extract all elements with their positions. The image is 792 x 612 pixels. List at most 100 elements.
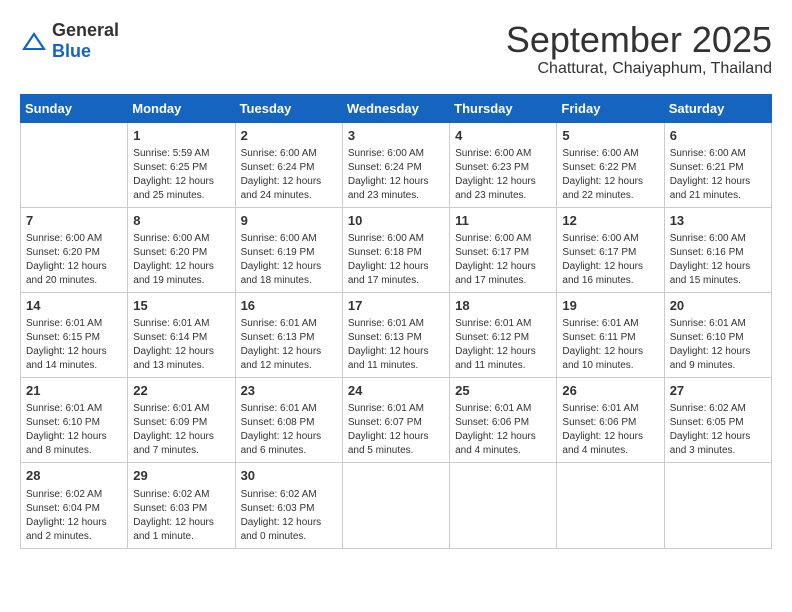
- day-number: 23: [241, 382, 337, 400]
- location: Chatturat, Chaiyaphum, Thailand: [506, 60, 772, 78]
- calendar-week-row: 28Sunrise: 6:02 AMSunset: 6:04 PMDayligh…: [21, 463, 772, 548]
- day-number: 5: [562, 127, 658, 145]
- calendar-cell: [557, 463, 664, 548]
- calendar-week-row: 1Sunrise: 5:59 AMSunset: 6:25 PMDaylight…: [21, 122, 772, 207]
- day-number: 4: [455, 127, 551, 145]
- day-number: 6: [670, 127, 766, 145]
- day-number: 7: [26, 212, 122, 230]
- calendar-cell: 8Sunrise: 6:00 AMSunset: 6:20 PMDaylight…: [128, 207, 235, 292]
- day-info: Sunrise: 6:01 AMSunset: 6:15 PMDaylight:…: [26, 317, 122, 373]
- day-info: Sunrise: 6:01 AMSunset: 6:11 PMDaylight:…: [562, 317, 658, 373]
- day-number: 3: [348, 127, 444, 145]
- calendar-cell: 19 Sunrise: 6:01 AMSunset: 6:11 PMDayligh…: [557, 292, 664, 377]
- calendar-cell: 21 Sunrise: 6:01 AMSunset: 6:10 PMDayligh…: [21, 378, 128, 463]
- logo-blue: Blue: [52, 41, 91, 61]
- day-number: 21: [26, 382, 122, 400]
- calendar-cell: [664, 463, 771, 548]
- weekday-header: Tuesday: [235, 94, 342, 122]
- weekday-header: Wednesday: [342, 94, 449, 122]
- weekday-header-row: SundayMondayTuesdayWednesdayThursdayFrid…: [21, 94, 772, 122]
- calendar-cell: [21, 122, 128, 207]
- day-number: 22: [133, 382, 229, 400]
- day-info: Sunrise: 6:01 AMSunset: 6:06 PMDaylight:…: [455, 402, 551, 458]
- calendar-cell: 10 Sunrise: 6:00 AMSunset: 6:18 PMDayligh…: [342, 207, 449, 292]
- day-info: Sunrise: 6:01 AMSunset: 6:09 PMDaylight:…: [133, 402, 229, 458]
- day-info: Sunrise: 6:02 AMSunset: 6:05 PMDaylight:…: [670, 402, 766, 458]
- day-info: Sunrise: 6:00 AMSunset: 6:21 PMDaylight:…: [670, 147, 766, 203]
- month-title: September 2025: [506, 20, 772, 60]
- day-number: 12: [562, 212, 658, 230]
- day-info: Sunrise: 6:00 AMSunset: 6:24 PMDaylight:…: [241, 147, 337, 203]
- calendar-cell: 27 Sunrise: 6:02 AMSunset: 6:05 PMDayligh…: [664, 378, 771, 463]
- day-number: 16: [241, 297, 337, 315]
- calendar-cell: 22 Sunrise: 6:01 AMSunset: 6:09 PMDayligh…: [128, 378, 235, 463]
- calendar-cell: 4 Sunrise: 6:00 AMSunset: 6:23 PMDaylight…: [450, 122, 557, 207]
- calendar-cell: 25Sunrise: 6:01 AMSunset: 6:06 PMDayligh…: [450, 378, 557, 463]
- calendar-cell: 18 Sunrise: 6:01 AMSunset: 6:12 PMDayligh…: [450, 292, 557, 377]
- calendar-cell: 20 Sunrise: 6:01 AMSunset: 6:10 PMDayligh…: [664, 292, 771, 377]
- day-info: Sunrise: 6:00 AMSunset: 6:20 PMDaylight:…: [26, 232, 122, 288]
- page-header: General Blue September 2025 Chatturat, C…: [20, 20, 772, 78]
- day-number: 18: [455, 297, 551, 315]
- day-info: Sunrise: 6:01 AMSunset: 6:10 PMDaylight:…: [670, 317, 766, 373]
- calendar-week-row: 21 Sunrise: 6:01 AMSunset: 6:10 PMDayligh…: [21, 378, 772, 463]
- day-number: 9: [241, 212, 337, 230]
- calendar-cell: 11Sunrise: 6:00 AMSunset: 6:17 PMDayligh…: [450, 207, 557, 292]
- calendar-cell: [450, 463, 557, 548]
- weekday-header: Thursday: [450, 94, 557, 122]
- day-number: 19: [562, 297, 658, 315]
- day-info: Sunrise: 6:01 AMSunset: 6:12 PMDaylight:…: [455, 317, 551, 373]
- calendar-cell: 5 Sunrise: 6:00 AMSunset: 6:22 PMDaylight…: [557, 122, 664, 207]
- calendar-cell: [342, 463, 449, 548]
- day-info: Sunrise: 6:00 AMSunset: 6:24 PMDaylight:…: [348, 147, 444, 203]
- calendar-cell: 12 Sunrise: 6:00 AMSunset: 6:17 PMDayligh…: [557, 207, 664, 292]
- day-number: 26: [562, 382, 658, 400]
- calendar-cell: 30Sunrise: 6:02 AMSunset: 6:03 PMDayligh…: [235, 463, 342, 548]
- day-number: 14: [26, 297, 122, 315]
- calendar-cell: 1Sunrise: 5:59 AMSunset: 6:25 PMDaylight…: [128, 122, 235, 207]
- calendar-cell: 15Sunrise: 6:01 AMSunset: 6:14 PMDayligh…: [128, 292, 235, 377]
- day-number: 11: [455, 212, 551, 230]
- day-info: Sunrise: 6:00 AMSunset: 6:17 PMDaylight:…: [562, 232, 658, 288]
- calendar-week-row: 14 Sunrise: 6:01 AMSunset: 6:15 PMDayligh…: [21, 292, 772, 377]
- day-info: Sunrise: 6:00 AMSunset: 6:18 PMDaylight:…: [348, 232, 444, 288]
- day-info: Sunrise: 5:59 AMSunset: 6:25 PMDaylight:…: [133, 147, 229, 203]
- day-number: 28: [26, 467, 122, 485]
- day-number: 2: [241, 127, 337, 145]
- weekday-header: Friday: [557, 94, 664, 122]
- calendar-cell: 9 Sunrise: 6:00 AMSunset: 6:19 PMDaylight…: [235, 207, 342, 292]
- day-info: Sunrise: 6:00 AMSunset: 6:23 PMDaylight:…: [455, 147, 551, 203]
- calendar-week-row: 7 Sunrise: 6:00 AMSunset: 6:20 PMDaylight…: [21, 207, 772, 292]
- day-info: Sunrise: 6:01 AMSunset: 6:13 PMDaylight:…: [348, 317, 444, 373]
- calendar-cell: 26Sunrise: 6:01 AMSunset: 6:06 PMDayligh…: [557, 378, 664, 463]
- day-number: 20: [670, 297, 766, 315]
- day-number: 10: [348, 212, 444, 230]
- day-number: 30: [241, 467, 337, 485]
- day-number: 27: [670, 382, 766, 400]
- day-info: Sunrise: 6:00 AMSunset: 6:19 PMDaylight:…: [241, 232, 337, 288]
- logo-text: General Blue: [52, 20, 119, 62]
- day-number: 8: [133, 212, 229, 230]
- day-info: Sunrise: 6:01 AMSunset: 6:10 PMDaylight:…: [26, 402, 122, 458]
- day-info: Sunrise: 6:00 AMSunset: 6:16 PMDaylight:…: [670, 232, 766, 288]
- logo-general: General: [52, 20, 119, 40]
- logo: General Blue: [20, 20, 119, 62]
- calendar-cell: 23 Sunrise: 6:01 AMSunset: 6:08 PMDayligh…: [235, 378, 342, 463]
- day-number: 15: [133, 297, 229, 315]
- logo-icon: [20, 30, 48, 52]
- day-info: Sunrise: 6:01 AMSunset: 6:08 PMDaylight:…: [241, 402, 337, 458]
- calendar-cell: 28Sunrise: 6:02 AMSunset: 6:04 PMDayligh…: [21, 463, 128, 548]
- day-number: 13: [670, 212, 766, 230]
- calendar-cell: 6 Sunrise: 6:00 AMSunset: 6:21 PMDaylight…: [664, 122, 771, 207]
- day-info: Sunrise: 6:01 AMSunset: 6:13 PMDaylight:…: [241, 317, 337, 373]
- day-info: Sunrise: 6:02 AMSunset: 6:03 PMDaylight:…: [133, 488, 229, 544]
- day-number: 17: [348, 297, 444, 315]
- calendar-cell: 3 Sunrise: 6:00 AMSunset: 6:24 PMDaylight…: [342, 122, 449, 207]
- calendar-cell: 13 Sunrise: 6:00 AMSunset: 6:16 PMDayligh…: [664, 207, 771, 292]
- day-info: Sunrise: 6:00 AMSunset: 6:22 PMDaylight:…: [562, 147, 658, 203]
- calendar-cell: 16 Sunrise: 6:01 AMSunset: 6:13 PMDayligh…: [235, 292, 342, 377]
- calendar-cell: 14 Sunrise: 6:01 AMSunset: 6:15 PMDayligh…: [21, 292, 128, 377]
- calendar-table: SundayMondayTuesdayWednesdayThursdayFrid…: [20, 94, 772, 549]
- calendar-cell: 7 Sunrise: 6:00 AMSunset: 6:20 PMDaylight…: [21, 207, 128, 292]
- day-number: 29: [133, 467, 229, 485]
